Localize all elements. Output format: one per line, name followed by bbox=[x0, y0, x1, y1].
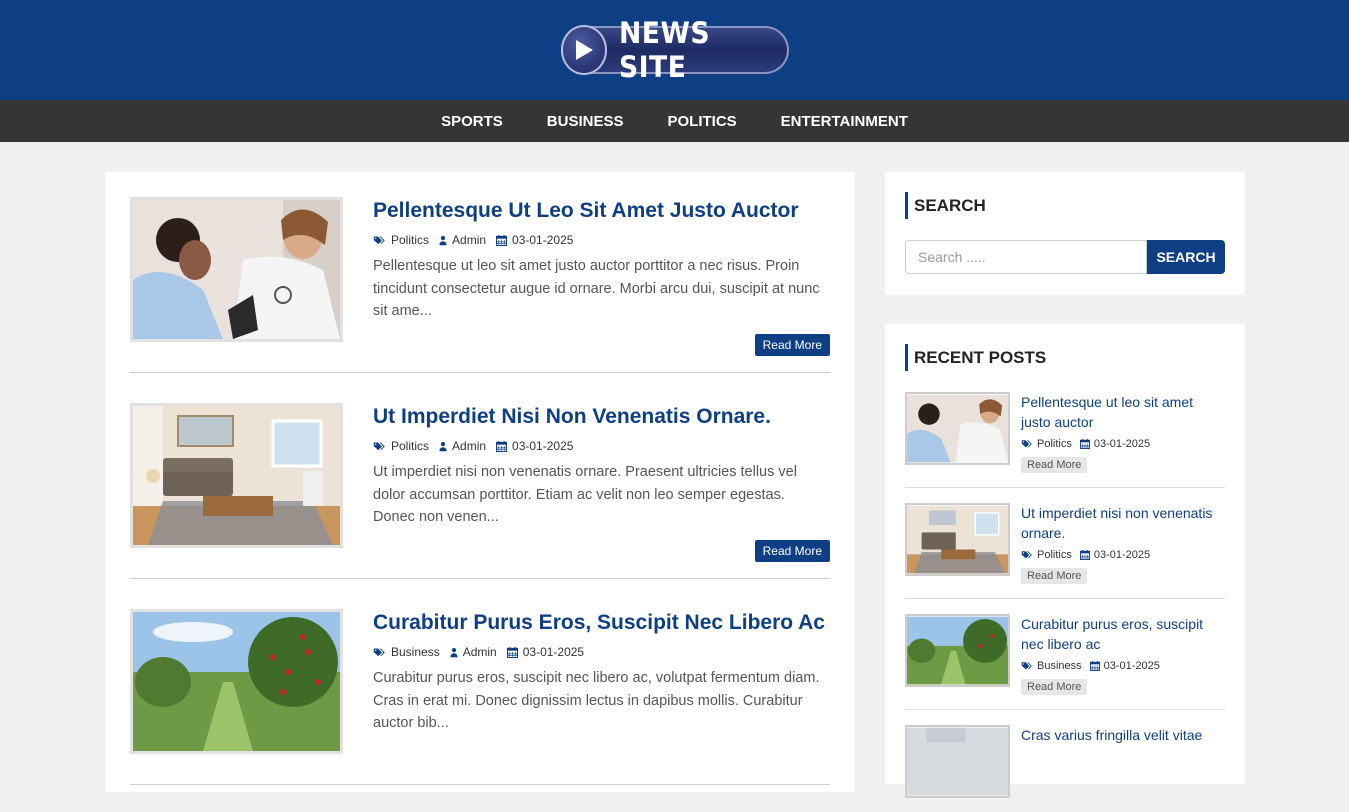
nav-item-politics[interactable]: POLITICS bbox=[645, 113, 758, 130]
post-item: Ut Imperdiet Nisi Non Venenatis Ornare. … bbox=[130, 403, 830, 579]
post-thumbnail-doctor[interactable] bbox=[130, 197, 343, 342]
recent-post-date: 03-01-2025 bbox=[1093, 438, 1151, 450]
post-title[interactable]: Pellentesque Ut Leo Sit Amet Justo Aucto… bbox=[373, 197, 830, 225]
recent-post-date: 03-01-2025 bbox=[1103, 660, 1160, 672]
post-category[interactable]: Business bbox=[391, 645, 440, 659]
calendar-icon bbox=[496, 235, 507, 246]
post-thumbnail-living-room[interactable] bbox=[130, 403, 343, 548]
recent-post-title[interactable]: Cras varius fringilla velit vitae bbox=[1021, 725, 1202, 745]
tags-icon bbox=[1021, 550, 1033, 560]
recent-post-item: Ut imperdiet nisi non venenatis ornare. … bbox=[905, 503, 1225, 599]
tags-icon bbox=[1021, 439, 1033, 449]
recent-post-item: Pellentesque ut leo sit amet justo aucto… bbox=[905, 392, 1225, 488]
recent-post-read-more-button[interactable]: Read More bbox=[1021, 568, 1088, 584]
play-icon bbox=[560, 25, 608, 75]
user-icon bbox=[439, 441, 447, 452]
recent-post-meta: Politics 03-01-2025 bbox=[1021, 549, 1225, 561]
search-widget: SEARCH SEARCH bbox=[885, 172, 1245, 295]
main-nav: SPORTS BUSINESS POLITICS ENTERTAINMENT bbox=[0, 100, 1349, 142]
post-excerpt: Curabitur purus eros, suscipit nec liber… bbox=[373, 670, 820, 731]
calendar-icon bbox=[1080, 550, 1090, 560]
recent-post-item: Cras varius fringilla velit vitae bbox=[905, 725, 1225, 812]
read-more-button[interactable]: Read More bbox=[754, 334, 830, 356]
post-meta: Politics Admin 03-01-2025 bbox=[373, 439, 830, 453]
post-title[interactable]: Ut Imperdiet Nisi Non Venenatis Ornare. bbox=[373, 403, 830, 431]
post-date: 03-01-2025 bbox=[522, 645, 585, 659]
recent-posts-widget: RECENT POSTS Pellentesque ut leo sit ame… bbox=[885, 324, 1245, 798]
site-header: NEWS SITE bbox=[0, 0, 1349, 100]
search-input[interactable] bbox=[905, 240, 1147, 274]
recent-post-thumbnail[interactable] bbox=[905, 725, 1010, 798]
recent-post-meta: Politics 03-01-2025 bbox=[1021, 438, 1225, 450]
tags-icon bbox=[1021, 661, 1033, 671]
post-item: Pellentesque Ut Leo Sit Amet Justo Aucto… bbox=[130, 197, 830, 373]
nav-item-entertainment[interactable]: ENTERTAINMENT bbox=[759, 113, 930, 130]
recent-post-item: Curabitur purus eros, suscipit nec liber… bbox=[905, 614, 1225, 710]
post-meta: Business Admin 03-01-2025 bbox=[373, 645, 830, 659]
user-icon bbox=[439, 235, 447, 246]
tags-icon bbox=[373, 441, 386, 452]
calendar-icon bbox=[496, 441, 507, 452]
post-excerpt: Pellentesque ut leo sit amet justo aucto… bbox=[373, 258, 820, 319]
search-button[interactable]: SEARCH bbox=[1147, 240, 1225, 274]
calendar-icon bbox=[1080, 439, 1090, 449]
post-author[interactable]: Admin bbox=[452, 233, 486, 247]
post-list: Pellentesque Ut Leo Sit Amet Justo Aucto… bbox=[105, 172, 855, 792]
post-excerpt: Ut imperdiet nisi non venenatis ornare. … bbox=[373, 464, 797, 525]
post-category[interactable]: Politics bbox=[391, 439, 429, 453]
read-more-button[interactable]: Read More bbox=[754, 540, 830, 562]
post-author[interactable]: Admin bbox=[463, 645, 497, 659]
logo-text: NEWS SITE bbox=[619, 16, 711, 84]
user-icon bbox=[450, 647, 458, 658]
recent-post-category[interactable]: Business bbox=[1037, 660, 1082, 672]
recent-post-title[interactable]: Curabitur purus eros, suscipit nec liber… bbox=[1021, 614, 1225, 654]
calendar-icon bbox=[1090, 661, 1100, 671]
tags-icon bbox=[373, 235, 386, 246]
post-item: Curabitur Purus Eros, Suscipit Nec Liber… bbox=[130, 609, 830, 785]
tags-icon bbox=[373, 647, 386, 658]
post-title[interactable]: Curabitur Purus Eros, Suscipit Nec Liber… bbox=[373, 609, 830, 637]
recent-post-meta: Business 03-01-2025 bbox=[1021, 660, 1225, 672]
recent-post-title[interactable]: Pellentesque ut leo sit amet justo aucto… bbox=[1021, 392, 1225, 432]
post-author[interactable]: Admin bbox=[452, 439, 486, 453]
recent-post-date: 03-01-2025 bbox=[1093, 549, 1151, 561]
post-date: 03-01-2025 bbox=[512, 439, 574, 453]
nav-item-business[interactable]: BUSINESS bbox=[525, 113, 646, 130]
post-date: 03-01-2025 bbox=[512, 233, 574, 247]
recent-posts-title: RECENT POSTS bbox=[905, 344, 1225, 371]
site-logo[interactable]: NEWS SITE bbox=[560, 16, 789, 84]
recent-post-read-more-button[interactable]: Read More bbox=[1021, 679, 1088, 695]
recent-post-thumbnail[interactable] bbox=[905, 614, 1010, 687]
calendar-icon bbox=[507, 647, 518, 658]
recent-post-thumbnail[interactable] bbox=[905, 392, 1010, 465]
recent-post-title[interactable]: Ut imperdiet nisi non venenatis ornare. bbox=[1021, 503, 1225, 543]
recent-post-thumbnail[interactable] bbox=[905, 503, 1010, 576]
nav-item-sports[interactable]: SPORTS bbox=[419, 113, 525, 130]
recent-post-category[interactable]: Politics bbox=[1037, 549, 1072, 561]
post-thumbnail-orchard[interactable] bbox=[130, 609, 343, 754]
search-widget-title: SEARCH bbox=[905, 192, 1225, 219]
post-meta: Politics Admin 03-01-2025 bbox=[373, 233, 830, 247]
recent-post-category[interactable]: Politics bbox=[1037, 438, 1072, 450]
recent-post-read-more-button[interactable]: Read More bbox=[1021, 457, 1088, 473]
post-category[interactable]: Politics bbox=[391, 233, 429, 247]
